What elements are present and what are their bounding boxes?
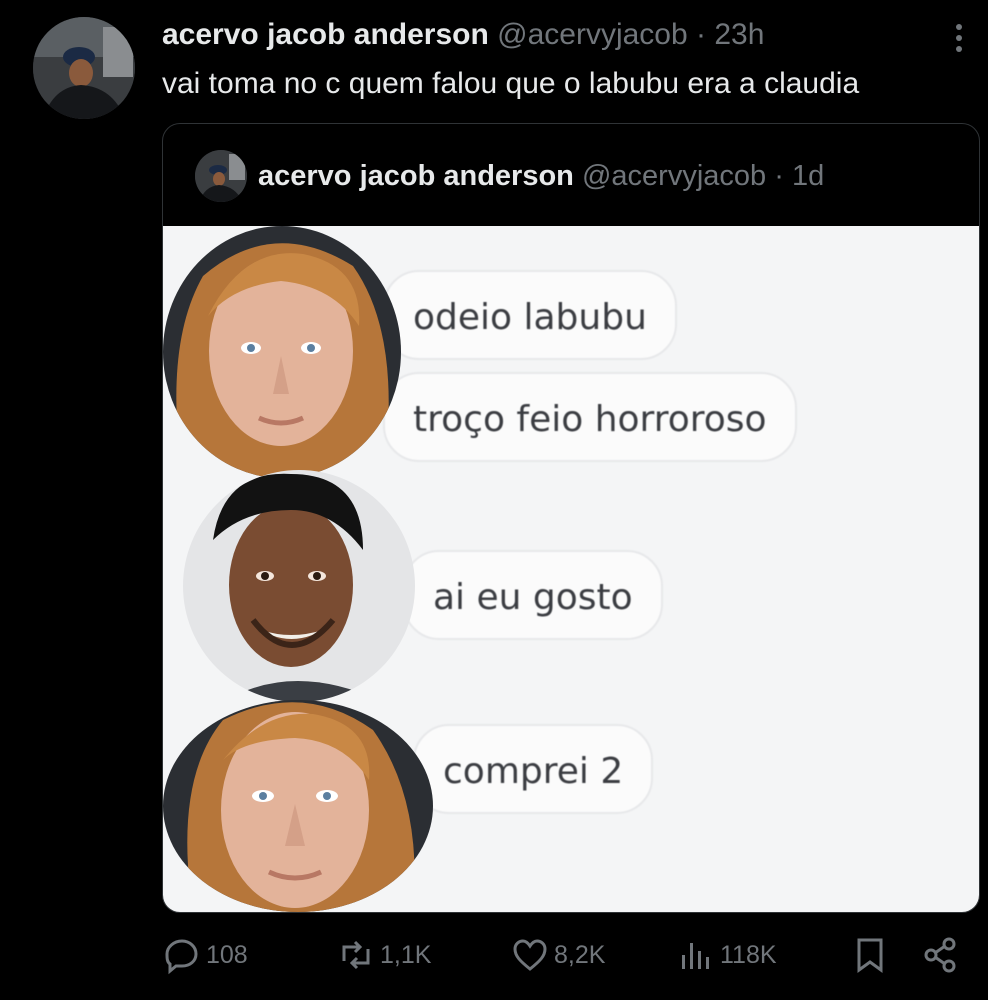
bookmark-button[interactable] [850,935,890,975]
quoted-post[interactable]: acervo jacob anderson @acervyjacob · 1d … [162,123,980,913]
post-header: acervo jacob anderson @acervyjacob · 23h [162,16,764,54]
post-text: vai toma no c quem falou que o labubu er… [162,67,860,100]
quoted-author-handle[interactable]: @acervyjacob [582,160,766,192]
author-avatar[interactable] [33,17,135,119]
share-icon [924,937,956,973]
quoted-time[interactable]: 1d [792,160,824,192]
like-button[interactable]: 8,2K [510,935,605,975]
chat-bubble: odeio labubu [383,270,677,360]
post-actions: 108 1,1K 8,2K 118K [0,935,988,985]
face-photo [163,700,433,912]
chat-bubble: troço feio horroroso [383,372,797,462]
quoted-media-image[interactable]: odeio labubu troço feio horroroso ai eu … [163,226,979,912]
chat-message: comprei 2 [443,751,624,792]
avatar-image [33,17,135,119]
views-button[interactable]: 118K [676,935,777,975]
views-count: 118K [720,940,777,969]
quoted-header: acervo jacob anderson @acervyjacob · 1d [258,160,824,193]
quoted-author-name[interactable]: acervo jacob anderson [258,160,574,192]
chat-message: ai eu gosto [433,577,633,618]
repost-count: 1,1K [380,940,432,969]
quoted-avatar-image [195,150,247,202]
reply-count: 108 [206,940,248,969]
chat-bubble: ai eu gosto [403,550,663,640]
more-options-icon[interactable] [948,20,970,56]
share-button[interactable] [920,935,960,975]
reply-icon [165,939,198,975]
chat-message: odeio labubu [413,297,647,338]
analytics-icon [682,943,709,969]
author-name[interactable]: acervo jacob anderson [162,18,489,51]
author-handle[interactable]: @acervyjacob [497,18,688,51]
face-photo [163,226,401,478]
post-time[interactable]: 23h [714,18,764,51]
repost-icon [342,940,370,970]
face-photo [183,470,415,702]
reply-button[interactable]: 108 [162,935,248,975]
like-count: 8,2K [554,940,606,969]
bookmark-icon [857,938,883,973]
quoted-separator-dot: · [774,160,784,192]
chat-message: troço feio horroroso [413,399,767,440]
chat-bubble: comprei 2 [413,724,654,814]
heart-icon [513,939,547,971]
repost-button[interactable]: 1,1K [336,935,431,975]
separator-dot: · [696,18,707,51]
quoted-author-avatar[interactable] [195,150,247,202]
